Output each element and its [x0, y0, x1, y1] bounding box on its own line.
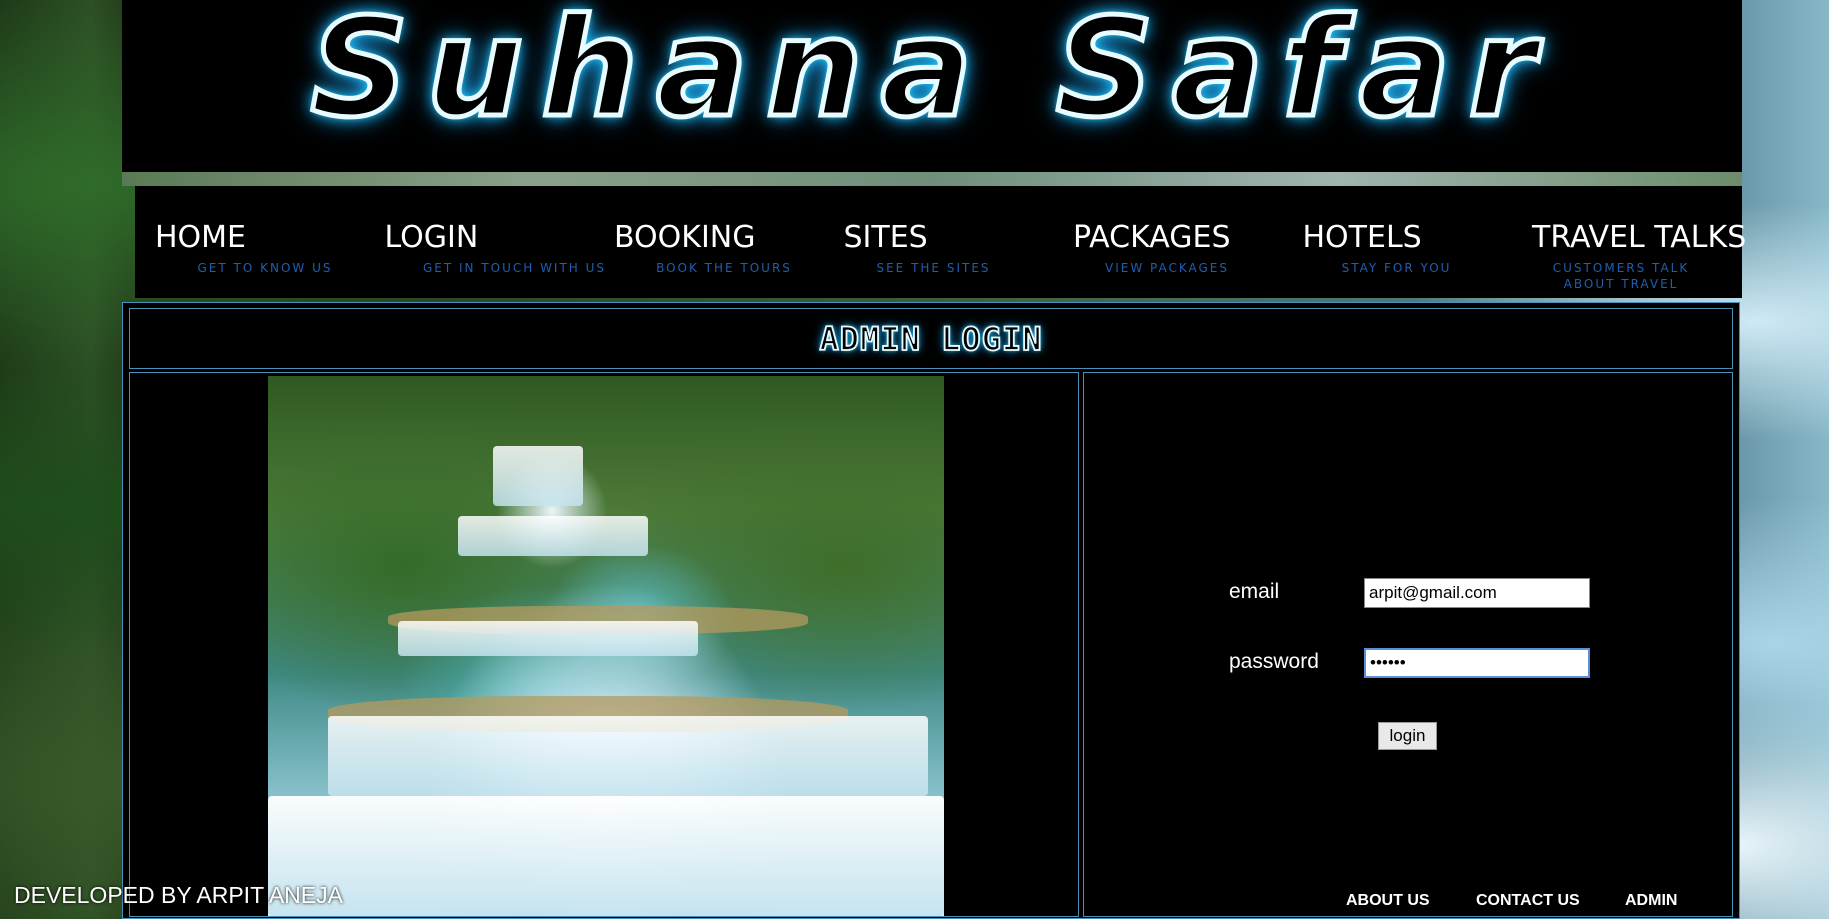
- nav-label: HOTELS: [1302, 220, 1422, 255]
- footer-link-admin[interactable]: ADMIN: [1625, 892, 1677, 910]
- nav-sublabel: STAY FOR YOU: [1341, 261, 1452, 275]
- nav-item-travel-talks[interactable]: TRAVEL TALKS CUSTOMERS TALK ABOUT TRAVEL: [1512, 186, 1746, 298]
- nav-item-packages[interactable]: PACKAGES VIEW PACKAGES: [1053, 186, 1283, 298]
- site-title: Suhana Safar: [308, 0, 1554, 148]
- nav-label: SITES: [843, 220, 928, 255]
- page-title-bar: ADMIN LOGIN: [129, 308, 1733, 369]
- nav-item-login[interactable]: LOGIN GET IN TOUCH WITH US: [365, 186, 605, 298]
- nav-label: LOGIN: [384, 220, 479, 255]
- nav-item-home[interactable]: HOME GET TO KNOW US: [135, 186, 365, 298]
- password-label: password: [1229, 650, 1319, 673]
- nav-sublabel: VIEW PACKAGES: [1104, 261, 1229, 275]
- banner-divider: [122, 172, 1742, 186]
- nav-sublabel: GET IN TOUCH WITH US: [422, 261, 607, 275]
- nav-label: PACKAGES: [1073, 220, 1231, 255]
- nav-sublabel: SEE THE SITES: [876, 261, 991, 275]
- nav-item-sites[interactable]: SITES SEE THE SITES: [824, 186, 1054, 298]
- page-title: ADMIN LOGIN: [819, 319, 1043, 359]
- nav-sublabel: CUSTOMERS TALK ABOUT TRAVEL: [1552, 261, 1690, 291]
- login-panel: email password login ABOUT US CONTACT US…: [1083, 372, 1733, 917]
- nav-label: TRAVEL TALKS: [1532, 220, 1747, 255]
- site-banner: Suhana Safar: [122, 0, 1742, 172]
- footer-link-about-us[interactable]: ABOUT US: [1346, 892, 1430, 910]
- password-field[interactable]: [1364, 648, 1590, 678]
- email-label: email: [1229, 580, 1280, 603]
- nav-item-hotels[interactable]: HOTELS STAY FOR YOU: [1283, 186, 1513, 298]
- nav-label: BOOKING: [614, 220, 756, 255]
- nav-sublabel: BOOK THE TOURS: [656, 261, 792, 275]
- footer-link-contact-us[interactable]: CONTACT US: [1476, 892, 1580, 910]
- main-nav: HOME GET TO KNOW US LOGIN GET IN TOUCH W…: [135, 186, 1746, 298]
- main-panel: ADMIN LOGIN email password login ABOUT U…: [122, 302, 1740, 919]
- email-field[interactable]: [1364, 578, 1590, 608]
- waterfall-image: [268, 376, 944, 916]
- developer-credit: DEVELOPED BY ARPIT ANEJA: [14, 882, 343, 908]
- login-button[interactable]: login: [1378, 722, 1437, 750]
- image-panel: [129, 372, 1079, 917]
- nav-label: HOME: [155, 220, 247, 255]
- nav-sublabel: GET TO KNOW US: [197, 261, 333, 275]
- nav-item-booking[interactable]: BOOKING BOOK THE TOURS: [594, 186, 824, 298]
